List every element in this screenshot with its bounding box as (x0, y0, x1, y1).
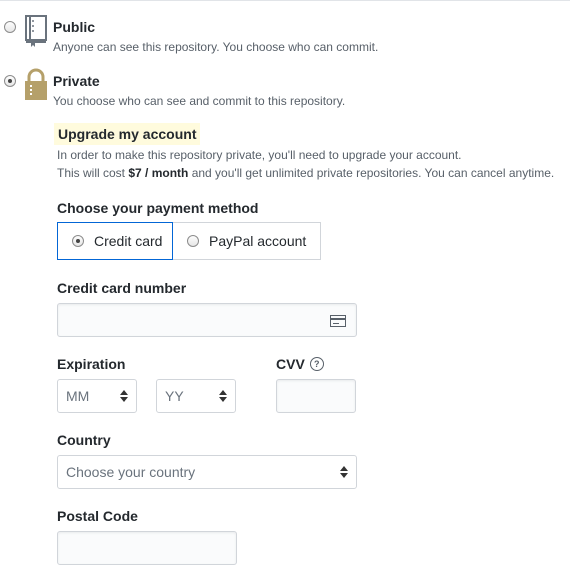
country-select[interactable]: Choose your country (57, 455, 357, 489)
upgrade-info-line-2: This will cost $7 / month and you'll get… (57, 166, 554, 180)
paypal-label: PayPal account (209, 233, 307, 249)
public-radio[interactable] (4, 21, 16, 33)
public-description: Anyone can see this repository. You choo… (53, 40, 379, 54)
paypal-option[interactable]: PayPal account (172, 222, 321, 260)
card-number-input[interactable] (57, 303, 357, 337)
country-label: Country (57, 432, 111, 448)
expiration-year-select[interactable]: YY (156, 379, 236, 413)
postal-code-input[interactable] (57, 531, 237, 565)
cvv-label: CVV ? (276, 356, 324, 372)
upgrade-info-line-1: In order to make this repository private… (57, 148, 462, 162)
year-placeholder: YY (165, 388, 184, 404)
card-number-label: Credit card number (57, 280, 187, 296)
book-icon (23, 14, 49, 48)
credit-card-option[interactable]: Credit card (57, 222, 173, 260)
year-updown-icon (219, 390, 227, 402)
expiration-month-select[interactable]: MM (57, 379, 137, 413)
upgrade-info-suffix: and you'll get unlimited private reposit… (188, 166, 555, 180)
lock-icon (23, 68, 49, 102)
question-icon[interactable]: ? (309, 357, 324, 371)
paypal-radio[interactable] (187, 235, 199, 247)
private-title: Private (53, 73, 100, 89)
top-divider (0, 0, 570, 1)
cvv-label-text: CVV (276, 356, 305, 372)
month-updown-icon (120, 390, 128, 402)
credit-card-icon (330, 314, 346, 327)
price: $7 / month (128, 166, 189, 180)
private-radio[interactable] (4, 75, 16, 87)
credit-card-label: Credit card (94, 233, 163, 249)
credit-card-radio[interactable] (72, 235, 84, 247)
payment-method-heading: Choose your payment method (57, 200, 259, 216)
month-placeholder: MM (66, 388, 90, 404)
country-updown-icon (340, 466, 348, 478)
private-description: You choose who can see and commit to thi… (53, 94, 346, 108)
expiration-label: Expiration (57, 356, 126, 372)
public-title: Public (53, 19, 96, 35)
upgrade-title: Upgrade my account (54, 123, 201, 145)
country-placeholder: Choose your country (66, 464, 196, 480)
upgrade-info-prefix: This will cost (57, 166, 129, 180)
postal-code-label: Postal Code (57, 508, 138, 524)
cvv-input[interactable] (276, 379, 356, 413)
